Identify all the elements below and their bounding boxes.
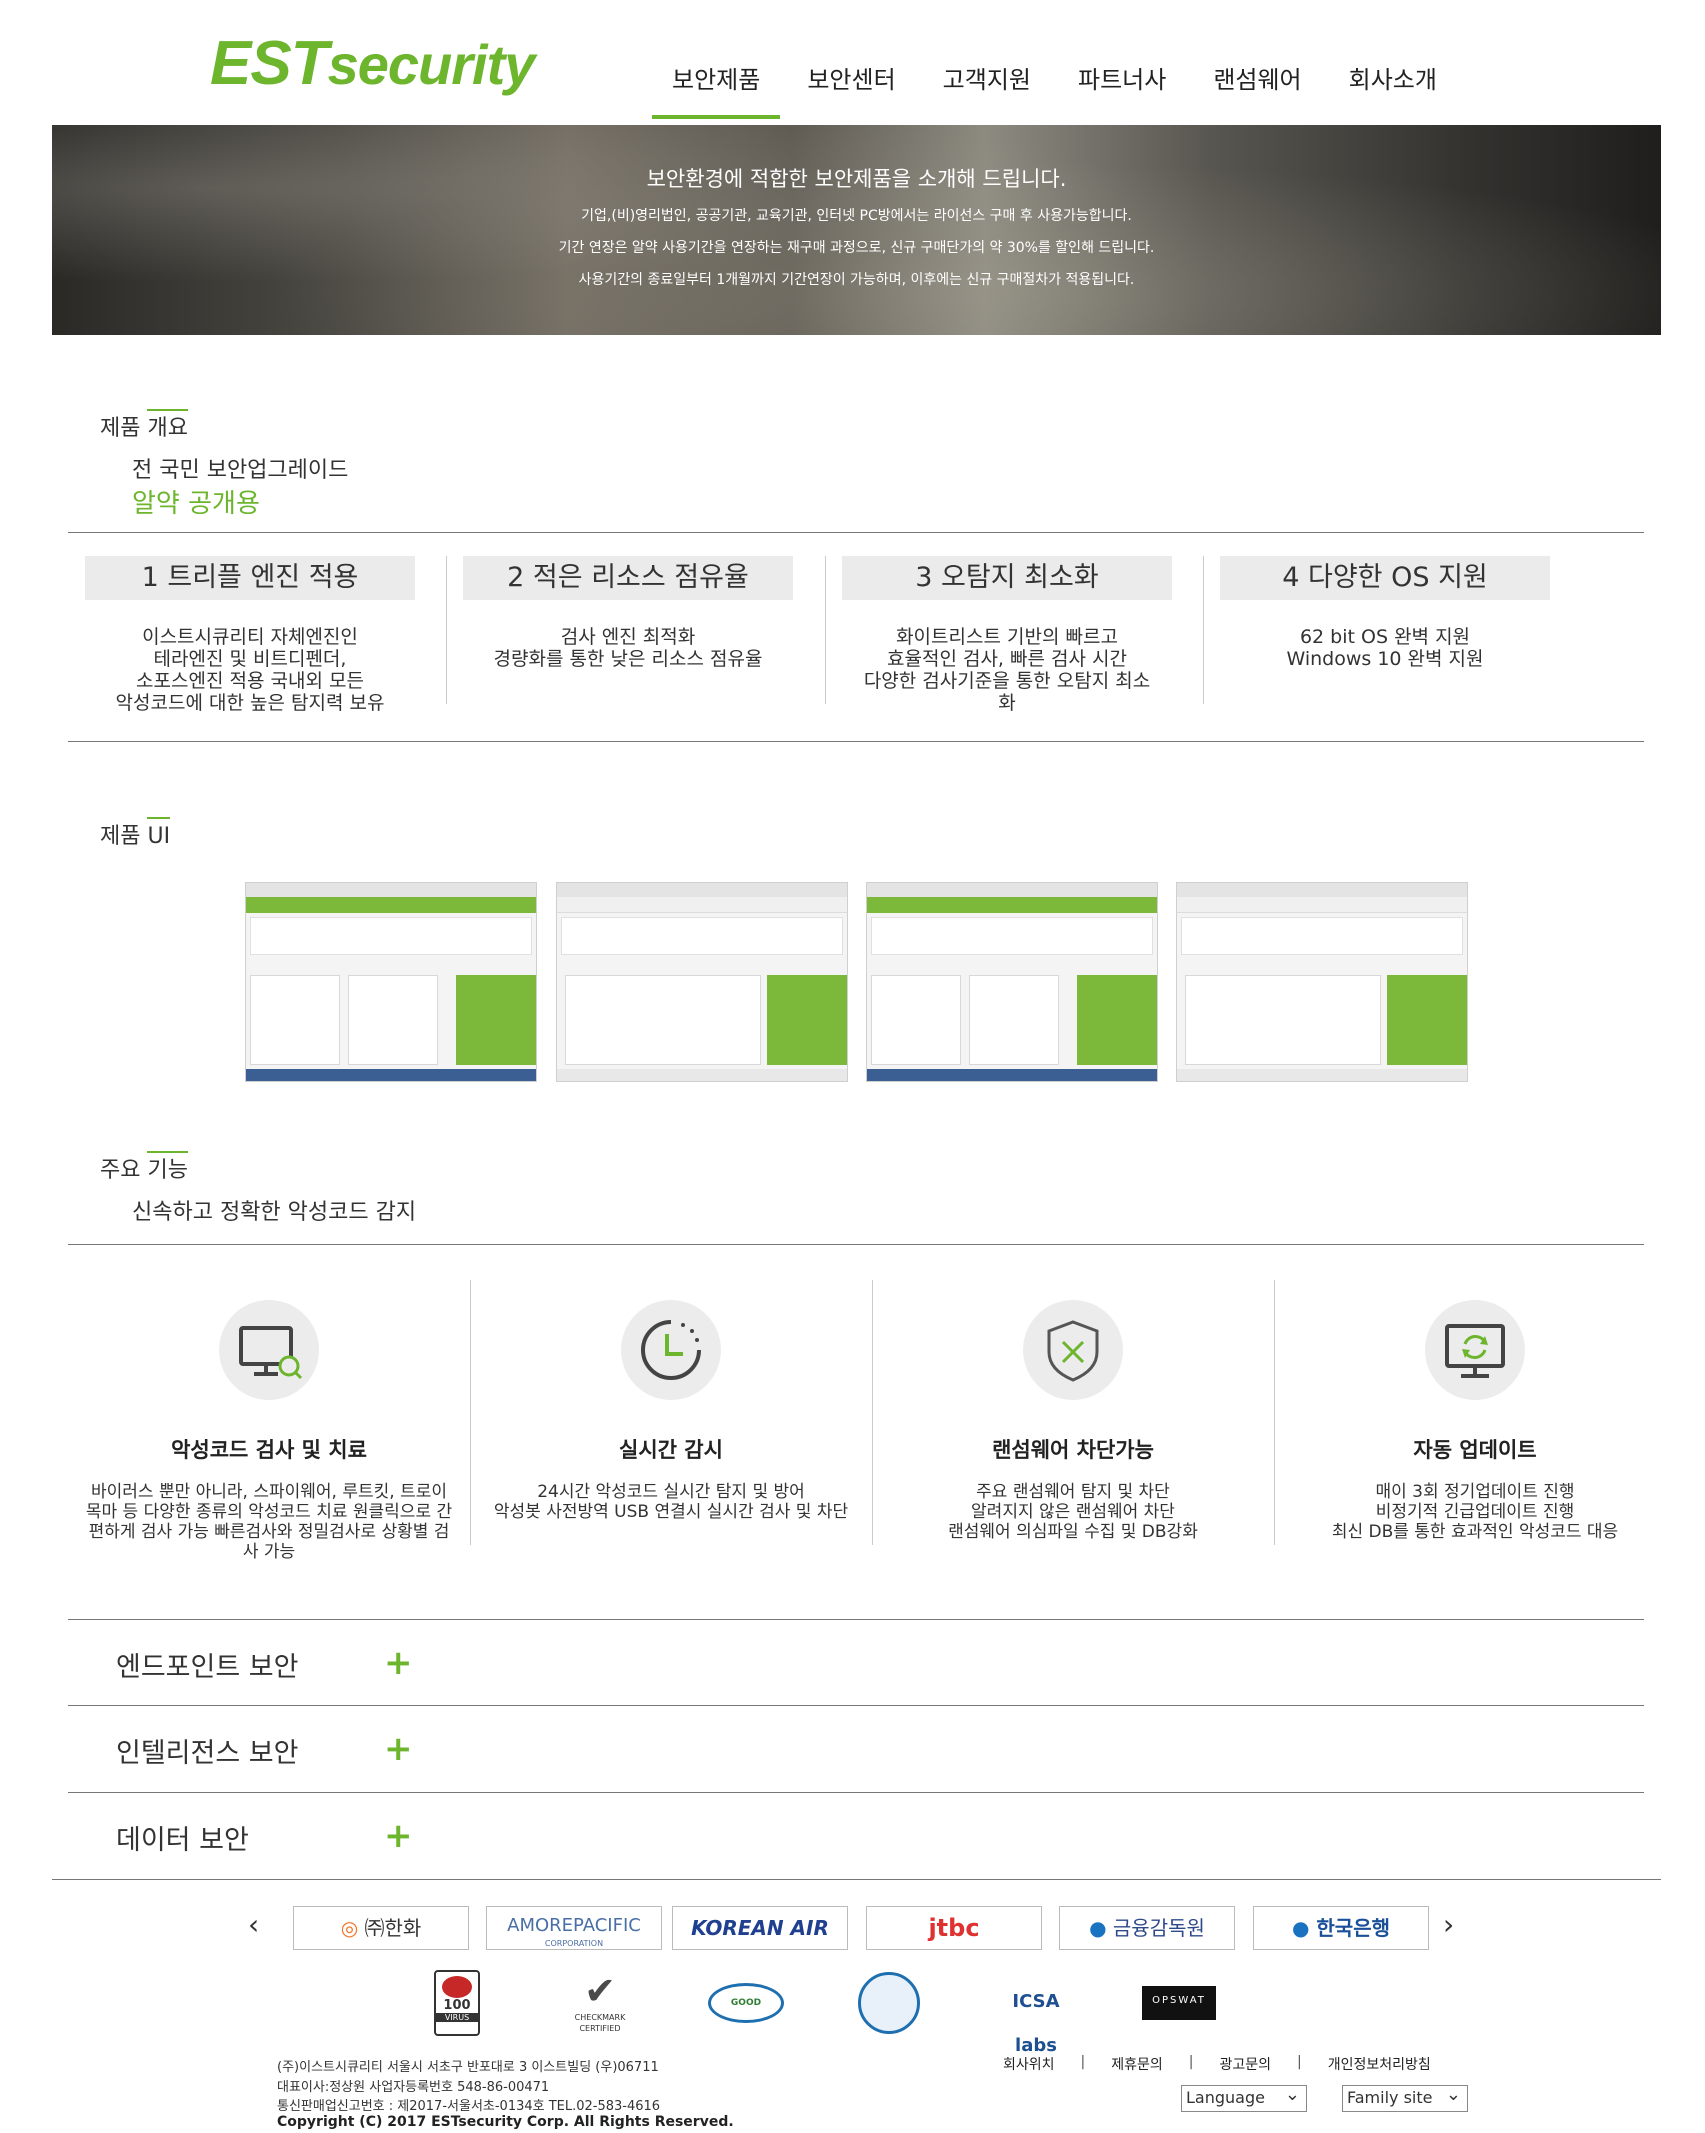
product-ui-title: 제품 UI	[100, 824, 171, 849]
footer-address: (주)이스트시큐리티 서울시 서초구 반포대로 3 이스트빌딩 (우)06711	[277, 2060, 659, 2075]
function-desc: 바이러스 뿐만 아니라, 스파이웨어, 루트킷, 트로이 목마 등 다양한 종류의…	[85, 1482, 453, 1562]
nav-support[interactable]: 고객지원	[943, 60, 1031, 119]
feature-desc: 검사 엔진 최적화 경량화를 통한 낮은 리소스 점유율	[493, 626, 763, 670]
main-nav: 보안제품 보안센터 고객지원 파트너사 랜섬웨어 회사소개	[651, 60, 1484, 119]
function-title: 자동 업데이트	[1413, 1438, 1537, 1462]
nav-company[interactable]: 회사소개	[1349, 60, 1437, 119]
function-ransomware: 랜섬웨어 차단가능 주요 랜섬웨어 탐지 및 차단 알려지지 않은 랜섬웨어 차단…	[872, 1300, 1274, 1542]
divider	[52, 1879, 1661, 1880]
divider	[68, 1705, 1644, 1706]
nav-partners[interactable]: 파트너사	[1078, 60, 1166, 119]
partner-logo-fss[interactable]: ● 금융감독원	[1059, 1906, 1235, 1950]
ui-screenshot[interactable]	[1176, 882, 1468, 1082]
function-title: 실시간 감시	[619, 1438, 723, 1462]
monitor-search-icon	[219, 1300, 319, 1400]
function-desc: 24시간 악성코드 실시간 탐지 및 방어 악성봇 사전방역 USB 연결시 실시…	[493, 1482, 849, 1522]
plus-icon[interactable]: +	[384, 1646, 413, 1680]
plus-icon[interactable]: +	[384, 1819, 413, 1853]
functions-title: 주요 기능	[100, 1158, 188, 1183]
partner-logo-amorepacific[interactable]: AMOREPACIFIC CORPORATION	[486, 1906, 662, 1950]
feature-low-resource: 2 적은 리소스 점유율 검사 엔진 최적화 경량화를 통한 낮은 리소스 점유율	[463, 556, 793, 670]
clock-icon	[621, 1300, 721, 1400]
shield-icon	[1023, 1300, 1123, 1400]
function-title: 악성코드 검사 및 치료	[171, 1438, 367, 1462]
partner-logo-koreanair[interactable]: KOREAN AIR	[672, 1906, 848, 1950]
feature-title: 3 오탐지 최소화	[842, 556, 1172, 600]
divider	[68, 1619, 1644, 1620]
footer-link-partnership[interactable]: 제휴문의	[1111, 2054, 1163, 2074]
divider	[68, 1792, 1644, 1793]
hero-banner: 보안환경에 적합한 보안제품을 소개해 드립니다. 기업,(비)영리법인, 공공…	[52, 125, 1661, 335]
function-realtime: 실시간 감시 24시간 악성코드 실시간 탐지 및 방어 악성봇 사전방역 USB…	[470, 1300, 872, 1522]
function-auto-update: 자동 업데이트 매이 3회 정기업데이트 진행 비정기적 긴급업데이트 진행 최신 …	[1274, 1300, 1676, 1542]
function-scan: 악성코드 검사 및 치료 바이러스 뿐만 아니라, 스파이웨어, 루트킷, 트로…	[68, 1300, 470, 1562]
product-name: 알약 공개용	[132, 489, 260, 519]
divider	[68, 741, 1644, 742]
nav-security-center[interactable]: 보안센터	[807, 60, 895, 119]
chevron-right-icon[interactable]: ›	[1443, 1908, 1454, 1941]
partner-logo-bok[interactable]: ● 한국은행	[1253, 1906, 1429, 1950]
nav-products[interactable]: 보안제품	[651, 60, 781, 119]
feature-triple-engine: 1 트리플 엔진 적용 이스트시큐리티 자체엔진인 테라엔진 및 비트디펜더, 소포…	[85, 556, 415, 714]
feature-desc: 화이트리스트 기반의 빠르고 효율적인 검사, 빠른 검사 시간 다양한 검사기준을…	[863, 626, 1151, 714]
opswat-icon: OPSWAT	[1142, 1986, 1216, 2020]
function-desc: 주요 랜섬웨어 탐지 및 차단 알려지지 않은 랜섬웨어 차단 랜섬웨어 의심파일 …	[948, 1482, 1198, 1542]
ui-screenshot[interactable]	[866, 882, 1158, 1082]
nav-ransomware[interactable]: 랜섬웨어	[1213, 60, 1301, 119]
accordion-intelligence[interactable]: 인텔리전스 보안	[116, 1731, 298, 1770]
feature-os-support: 4 다양한 OS 지원 62 bit OS 완벽 지원 Windows 10 완벽…	[1220, 556, 1550, 670]
vb100-icon: 100 VIRUS	[434, 1970, 482, 2036]
divider	[68, 1244, 1644, 1245]
ui-screenshot[interactable]	[556, 882, 848, 1082]
itsec-icon	[858, 1972, 922, 2034]
footer-link-location[interactable]: 회사위치	[1003, 2054, 1055, 2074]
footer-link-privacy[interactable]: 개인정보처리방침	[1328, 2054, 1431, 2074]
partner-logo-jtbc[interactable]: jtbc	[866, 1906, 1042, 1950]
function-desc: 매이 3회 정기업데이트 진행 비정기적 긴급업데이트 진행 최신 DB를 통한 효…	[1331, 1482, 1619, 1542]
banner-line: 기간 연장은 알약 사용기간을 연장하는 재구매 과정으로, 신규 구매단가의 …	[558, 240, 1155, 256]
overview-title: 제품 개요	[100, 416, 188, 441]
family-site-select[interactable]: Family site	[1342, 2084, 1468, 2112]
partner-logo-hanwha[interactable]: ◎ ㈜한화	[293, 1906, 469, 1950]
divider	[1203, 556, 1204, 704]
feature-title: 1 트리플 엔진 적용	[85, 556, 415, 600]
feature-title: 4 다양한 OS 지원	[1220, 556, 1550, 600]
divider	[825, 556, 826, 704]
footer-link-advertising[interactable]: 광고문의	[1220, 2054, 1272, 2074]
banner-line: 기업,(비)영리법인, 공공기관, 교육기관, 인터넷 PC방에서는 라이선스 …	[581, 208, 1132, 224]
feature-desc: 62 bit OS 완벽 지원 Windows 10 완벽 지원	[1286, 626, 1484, 670]
checkmark-icon: ✔ CHECKMARK CERTIFIED	[574, 1969, 626, 2033]
functions-subtitle: 신속하고 정확한 악성코드 감지	[132, 1200, 417, 1225]
monitor-refresh-icon	[1425, 1300, 1525, 1400]
feature-title: 2 적은 리소스 점유율	[463, 556, 793, 600]
chevron-left-icon[interactable]: ‹	[248, 1908, 259, 1941]
footer-copyright: Copyright (C) 2017 ESTsecurity Corp. All…	[277, 2114, 734, 2130]
function-title: 랜섬웨어 차단가능	[992, 1438, 1154, 1462]
banner-title: 보안환경에 적합한 보안제품을 소개해 드립니다.	[646, 167, 1067, 191]
overview-subtitle: 전 국민 보안업그레이드	[132, 458, 349, 483]
accordion-data[interactable]: 데이터 보안	[116, 1818, 249, 1857]
banner-line: 사용기간의 종료일부터 1개월까지 기간연장이 가능하며, 이후에는 신규 구매…	[578, 272, 1135, 288]
divider	[446, 556, 447, 704]
ui-screenshot[interactable]	[245, 882, 537, 1082]
accordion-endpoint[interactable]: 엔드포인트 보안	[116, 1645, 298, 1684]
feature-false-positive: 3 오탐지 최소화 화이트리스트 기반의 빠르고 효율적인 검사, 빠른 검사 시…	[842, 556, 1172, 714]
logo[interactable]: ESTsecurity	[210, 28, 535, 99]
footer-ceo: 대표이사:정상원 사업자등록번호 548-86-00471	[277, 2080, 550, 2095]
footer-links: 회사위치 | 제휴문의 | 광고문의 | 개인정보처리방침	[1003, 2054, 1431, 2074]
gs-icon: GOOD	[708, 1983, 784, 2023]
language-select[interactable]: Language	[1181, 2084, 1307, 2112]
divider	[68, 532, 1644, 533]
feature-desc: 이스트시큐리티 자체엔진인 테라엔진 및 비트디펜더, 소포스엔진 적용 국내외 모…	[115, 626, 385, 714]
plus-icon[interactable]: +	[384, 1732, 413, 1766]
